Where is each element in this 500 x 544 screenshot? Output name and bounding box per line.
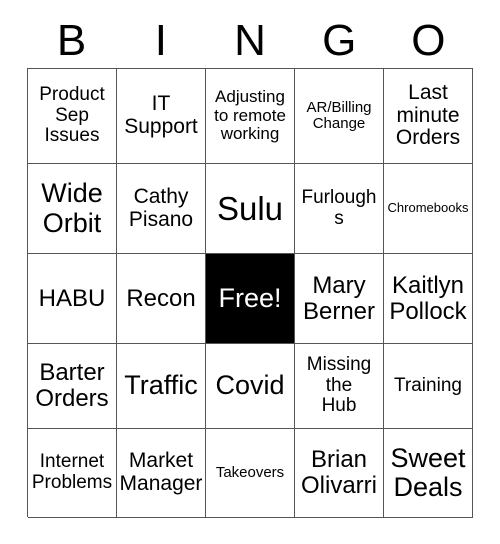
bingo-cell-label: Furloughs xyxy=(301,186,377,229)
bingo-cell-label: Training xyxy=(394,374,462,396)
bingo-cell[interactable]: Covid xyxy=(206,344,295,429)
bingo-cell-label: Sulu xyxy=(216,189,284,227)
bingo-cell[interactable]: AR/Billing Change xyxy=(295,69,384,164)
bingo-cell-label: Chromebooks xyxy=(387,200,469,216)
bingo-cell-label: Brian Olivarri xyxy=(301,446,377,499)
bingo-cell-label: Free! xyxy=(218,282,282,313)
header-letter-n: N xyxy=(234,16,266,65)
bingo-cell-label: Mary Berner xyxy=(302,271,376,325)
bingo-cell[interactable]: Furloughs xyxy=(295,164,384,254)
bingo-cell-free[interactable]: Free! xyxy=(206,254,295,344)
bingo-cell[interactable]: Recon xyxy=(117,254,206,344)
bingo-cell-label: Adjusting to remote working xyxy=(214,87,286,144)
bingo-grid: Product Sep Issues IT Support Adjusting to… xyxy=(27,68,473,518)
bingo-cell-label: Last minute Orders xyxy=(395,80,461,150)
bingo-cell-label: Barter Orders xyxy=(35,359,109,412)
bingo-cell-label: Recon xyxy=(126,284,196,312)
bingo-cell[interactable]: Sulu xyxy=(206,164,295,254)
bingo-cell[interactable]: Wide Orbit xyxy=(28,164,117,254)
bingo-cell-label: Market Manager xyxy=(119,449,203,495)
bingo-cell[interactable]: Barter Orders xyxy=(28,344,117,429)
bingo-card: B I N G O Product Sep Issues IT Support Ad… xyxy=(0,0,500,544)
bingo-cell[interactable]: Sweet Deals xyxy=(384,429,473,518)
bingo-cell-label: Missing the Hub xyxy=(306,354,372,417)
bingo-cell-label: Internet Problems xyxy=(31,451,113,493)
bingo-cell[interactable]: Missing the Hub xyxy=(295,344,384,429)
bingo-cell-label: AR/Billing Change xyxy=(306,98,372,132)
bingo-cell[interactable]: Product Sep Issues xyxy=(28,69,117,164)
bingo-cell-label: HABU xyxy=(38,284,106,312)
bingo-cell[interactable]: Traffic xyxy=(117,344,206,429)
bingo-cell[interactable]: HABU xyxy=(28,254,117,344)
bingo-cell[interactable]: Adjusting to remote working xyxy=(206,69,295,164)
bingo-cell-label: Covid xyxy=(215,370,285,401)
bingo-cell[interactable]: Market Manager xyxy=(117,429,206,518)
bingo-cell-label: Traffic xyxy=(124,370,198,401)
bingo-cell-label: IT Support xyxy=(124,92,198,138)
bingo-cell[interactable]: Internet Problems xyxy=(28,429,117,518)
bingo-cell[interactable]: Kaitlyn Pollock xyxy=(384,254,473,344)
header-letter-o: O xyxy=(411,16,446,65)
bingo-cell[interactable]: Mary Berner xyxy=(295,254,384,344)
bingo-cell[interactable]: Training xyxy=(384,344,473,429)
bingo-cell-label: Cathy Pisano xyxy=(128,184,194,231)
bingo-cell-label: Kaitlyn Pollock xyxy=(389,271,467,325)
bingo-cell[interactable]: IT Support xyxy=(117,69,206,164)
header-letter-i: I xyxy=(154,16,167,65)
bingo-header: B I N G O xyxy=(27,14,473,68)
bingo-cell[interactable]: Chromebooks xyxy=(384,164,473,254)
bingo-cell-label: Wide Orbit xyxy=(41,178,103,238)
bingo-cell-label: Product Sep Issues xyxy=(39,84,105,147)
bingo-cell-label: Sweet Deals xyxy=(390,442,466,502)
bingo-cell[interactable]: Cathy Pisano xyxy=(117,164,206,254)
bingo-cell[interactable]: Brian Olivarri xyxy=(295,429,384,518)
header-letter-b: B xyxy=(56,16,87,65)
bingo-cell-label: Takeovers xyxy=(215,463,285,481)
bingo-cell[interactable]: Last minute Orders xyxy=(384,69,473,164)
header-letter-g: G xyxy=(322,16,357,65)
bingo-cell[interactable]: Takeovers xyxy=(206,429,295,518)
